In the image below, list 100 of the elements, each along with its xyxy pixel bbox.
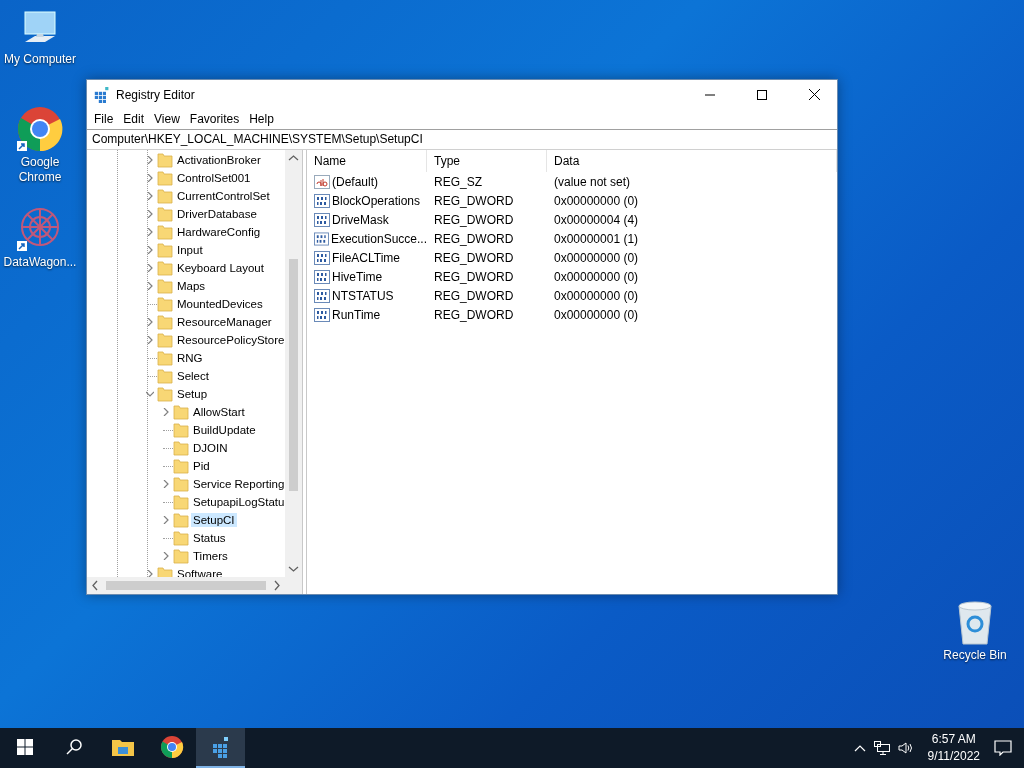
tree-item[interactable]: Setup — [175, 387, 210, 401]
binary-value-icon — [314, 250, 330, 265]
tree-item[interactable]: ActivationBroker — [175, 153, 263, 167]
folder-icon — [157, 188, 173, 204]
volume-icon[interactable] — [897, 741, 914, 755]
value-name[interactable]: ExecutionSucce... — [330, 231, 427, 246]
expand-chevron-icon[interactable] — [146, 246, 154, 254]
value-name[interactable]: DriveMask — [332, 212, 389, 227]
expand-chevron-icon[interactable] — [162, 480, 170, 488]
notification-icon[interactable] — [994, 740, 1012, 756]
folder-icon — [157, 224, 173, 240]
tree-item[interactable]: RNG — [175, 351, 205, 365]
binary-value-icon — [314, 307, 330, 322]
folder-icon — [173, 476, 189, 492]
desktop-icon-label[interactable]: DataWagon... — [3, 255, 77, 270]
scrollbar-thumb[interactable] — [289, 259, 298, 491]
folder-icon — [157, 170, 173, 186]
tree-item[interactable]: MountedDevices — [175, 297, 265, 311]
expand-chevron-icon[interactable] — [146, 264, 154, 272]
search-icon[interactable] — [64, 738, 83, 756]
scrollbar-thumb[interactable] — [106, 581, 266, 590]
tree-item[interactable]: Select — [175, 369, 211, 383]
expand-chevron-icon[interactable] — [146, 210, 154, 218]
desktop-icon-label[interactable]: My Computer — [4, 52, 76, 67]
tree-item[interactable]: Service Reporting — [191, 477, 285, 491]
menu-item[interactable]: View — [149, 112, 185, 126]
folder-icon — [157, 152, 173, 168]
value-name[interactable]: (Default) — [332, 174, 378, 189]
expand-chevron-icon[interactable] — [146, 156, 154, 164]
tree-item[interactable]: DJOIN — [191, 441, 230, 455]
registry-editor-icon[interactable] — [210, 736, 231, 758]
tree-item[interactable]: Pid — [191, 459, 212, 473]
expand-chevron-icon[interactable] — [146, 336, 154, 344]
binary-value-icon — [314, 269, 330, 284]
desktop-icon-label[interactable]: Google Chrome — [18, 155, 62, 185]
chrome-icon — [16, 105, 64, 153]
expand-chevron-icon[interactable] — [146, 282, 154, 290]
address-field[interactable]: Computer\HKEY_LOCAL_MACHINE\SYSTEM\Setup\SetupCI — [87, 129, 837, 150]
expand-chevron-icon[interactable] — [146, 192, 154, 200]
menu-item[interactable]: Help — [244, 112, 279, 126]
clock-time[interactable]: 6:57 AM — [931, 731, 976, 748]
clock-date[interactable]: 9/11/2022 — [927, 748, 980, 765]
folder-icon — [173, 494, 189, 510]
value-data: 0x00000000 (0) — [554, 269, 639, 284]
tree-item[interactable]: Input — [175, 243, 205, 257]
value-name[interactable]: RunTime — [332, 307, 381, 322]
folder-icon[interactable] — [111, 738, 134, 756]
menu-item[interactable]: File — [89, 112, 119, 126]
tree-item[interactable]: ResourcePolicyStore — [175, 333, 285, 347]
folder-icon — [173, 440, 189, 456]
tree-item[interactable]: CurrentControlSet — [175, 189, 272, 203]
expand-chevron-icon[interactable] — [146, 318, 154, 326]
tree-item[interactable]: SetupapiLogStatu — [191, 495, 285, 509]
expand-chevron-icon[interactable] — [162, 408, 170, 416]
tree-item[interactable]: HardwareConfig — [175, 225, 263, 239]
binary-value-icon — [314, 231, 329, 246]
folder-icon — [173, 548, 189, 564]
value-type: REG_DWORD — [434, 212, 514, 227]
tree-item[interactable]: DriverDatabase — [175, 207, 259, 221]
tree-item[interactable]: SetupCI — [191, 513, 237, 527]
tree-item[interactable]: ControlSet001 — [175, 171, 253, 185]
value-name[interactable]: NTSTATUS — [332, 288, 394, 303]
maximize-icon[interactable] — [757, 89, 767, 100]
expand-chevron-icon[interactable] — [162, 552, 170, 560]
menu-item[interactable]: Favorites — [184, 112, 245, 126]
column-header[interactable]: Type — [427, 150, 547, 172]
recycle-bin-icon — [955, 600, 995, 646]
expand-chevron-icon[interactable] — [146, 174, 154, 182]
folder-icon — [157, 206, 173, 222]
folder-icon — [157, 242, 173, 258]
collapse-chevron-icon[interactable] — [146, 390, 154, 398]
tree-item[interactable]: Maps — [175, 279, 208, 293]
chevron-up-icon[interactable] — [853, 744, 866, 752]
folder-icon — [157, 278, 173, 294]
close-icon[interactable] — [808, 89, 820, 100]
expand-chevron-icon[interactable] — [146, 228, 154, 236]
expand-chevron-icon[interactable] — [162, 516, 170, 524]
menu-item[interactable]: Edit — [118, 112, 150, 126]
column-header[interactable]: Name — [307, 150, 427, 172]
tree-item[interactable]: ResourceManager — [175, 315, 274, 329]
tree-item[interactable]: Keyboard Layout — [175, 261, 266, 275]
network-icon[interactable] — [873, 741, 890, 755]
string-value-icon — [314, 174, 330, 189]
folder-icon — [173, 458, 189, 474]
value-name[interactable]: HiveTime — [332, 269, 383, 284]
column-header[interactable]: Data — [547, 150, 837, 172]
value-name[interactable]: BlockOperations — [332, 193, 421, 208]
desktop-icon-label[interactable]: Recycle Bin — [943, 648, 1007, 663]
chrome-icon[interactable] — [159, 735, 184, 759]
folder-icon — [157, 314, 173, 330]
value-data: 0x00000001 (1) — [554, 231, 639, 246]
value-name[interactable]: FileACLTime — [332, 250, 400, 265]
tree-item[interactable]: BuildUpdate — [191, 423, 258, 437]
tree-item[interactable]: AllowStart — [191, 405, 247, 419]
folder-icon — [173, 422, 189, 438]
window-title: Registry Editor — [116, 87, 196, 102]
windows-start-icon[interactable] — [16, 739, 33, 755]
value-type: REG_DWORD — [434, 193, 514, 208]
tree-item[interactable]: Timers — [191, 549, 230, 563]
tree-item[interactable]: Status — [191, 531, 228, 545]
